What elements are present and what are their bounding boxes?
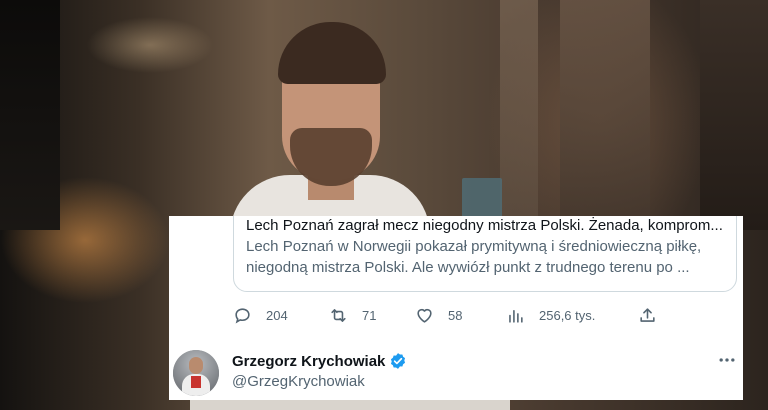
quoted-tweet[interactable]: Lech Poznań zagrał mecz niegodny mistrza… bbox=[233, 216, 737, 292]
share-icon bbox=[640, 307, 655, 322]
quoted-tweet-title: Lech Poznań zagrał mecz niegodny mistrza… bbox=[246, 217, 723, 234]
share-button[interactable] bbox=[638, 304, 657, 326]
author-handle[interactable]: @GrzegKrychowiak bbox=[232, 373, 365, 390]
like-count: 58 bbox=[448, 307, 463, 323]
avatar[interactable] bbox=[173, 350, 219, 396]
tweet-actions: 204 71 58 256,6 tys. bbox=[233, 304, 733, 326]
background-wall bbox=[700, 0, 768, 230]
like-icon bbox=[417, 308, 432, 323]
views-button[interactable]: 256,6 tys. bbox=[506, 304, 595, 326]
like-button[interactable]: 58 bbox=[415, 304, 462, 326]
tweet-card: Lech Poznań zagrał mecz niegodny mistrza… bbox=[169, 216, 743, 400]
background-wall bbox=[560, 0, 650, 230]
background-pillar bbox=[500, 0, 538, 230]
quoted-tweet-line: Lech Poznań w Norwegii pokazał prymitywn… bbox=[246, 238, 702, 255]
author-name-row: Grzegorz Krychowiak bbox=[232, 351, 407, 371]
retweet-button[interactable]: 71 bbox=[329, 304, 376, 326]
quoted-tweet-line: niegodną mistrza Polski. Ale wywiózł pun… bbox=[246, 259, 690, 276]
author-block: Grzegorz Krychowiak @GrzegKrychowiak bbox=[169, 346, 743, 400]
retweet-icon bbox=[331, 308, 346, 322]
verified-badge-icon bbox=[391, 353, 406, 369]
retweet-count: 71 bbox=[362, 307, 377, 323]
views-icon bbox=[509, 309, 523, 323]
author-name[interactable]: Grzegorz Krychowiak bbox=[232, 353, 385, 370]
reply-count: 204 bbox=[266, 307, 288, 323]
quoted-tweet-body: Lech Poznań w Norwegii pokazał prymitywn… bbox=[246, 236, 726, 278]
reply-button[interactable]: 204 bbox=[233, 304, 288, 326]
reply-icon bbox=[235, 307, 250, 324]
interviewee-figure bbox=[230, 20, 430, 235]
more-icon[interactable] bbox=[717, 350, 737, 370]
background-pillar bbox=[0, 0, 60, 230]
background-screen bbox=[462, 178, 502, 218]
views-count: 256,6 tys. bbox=[539, 307, 596, 323]
